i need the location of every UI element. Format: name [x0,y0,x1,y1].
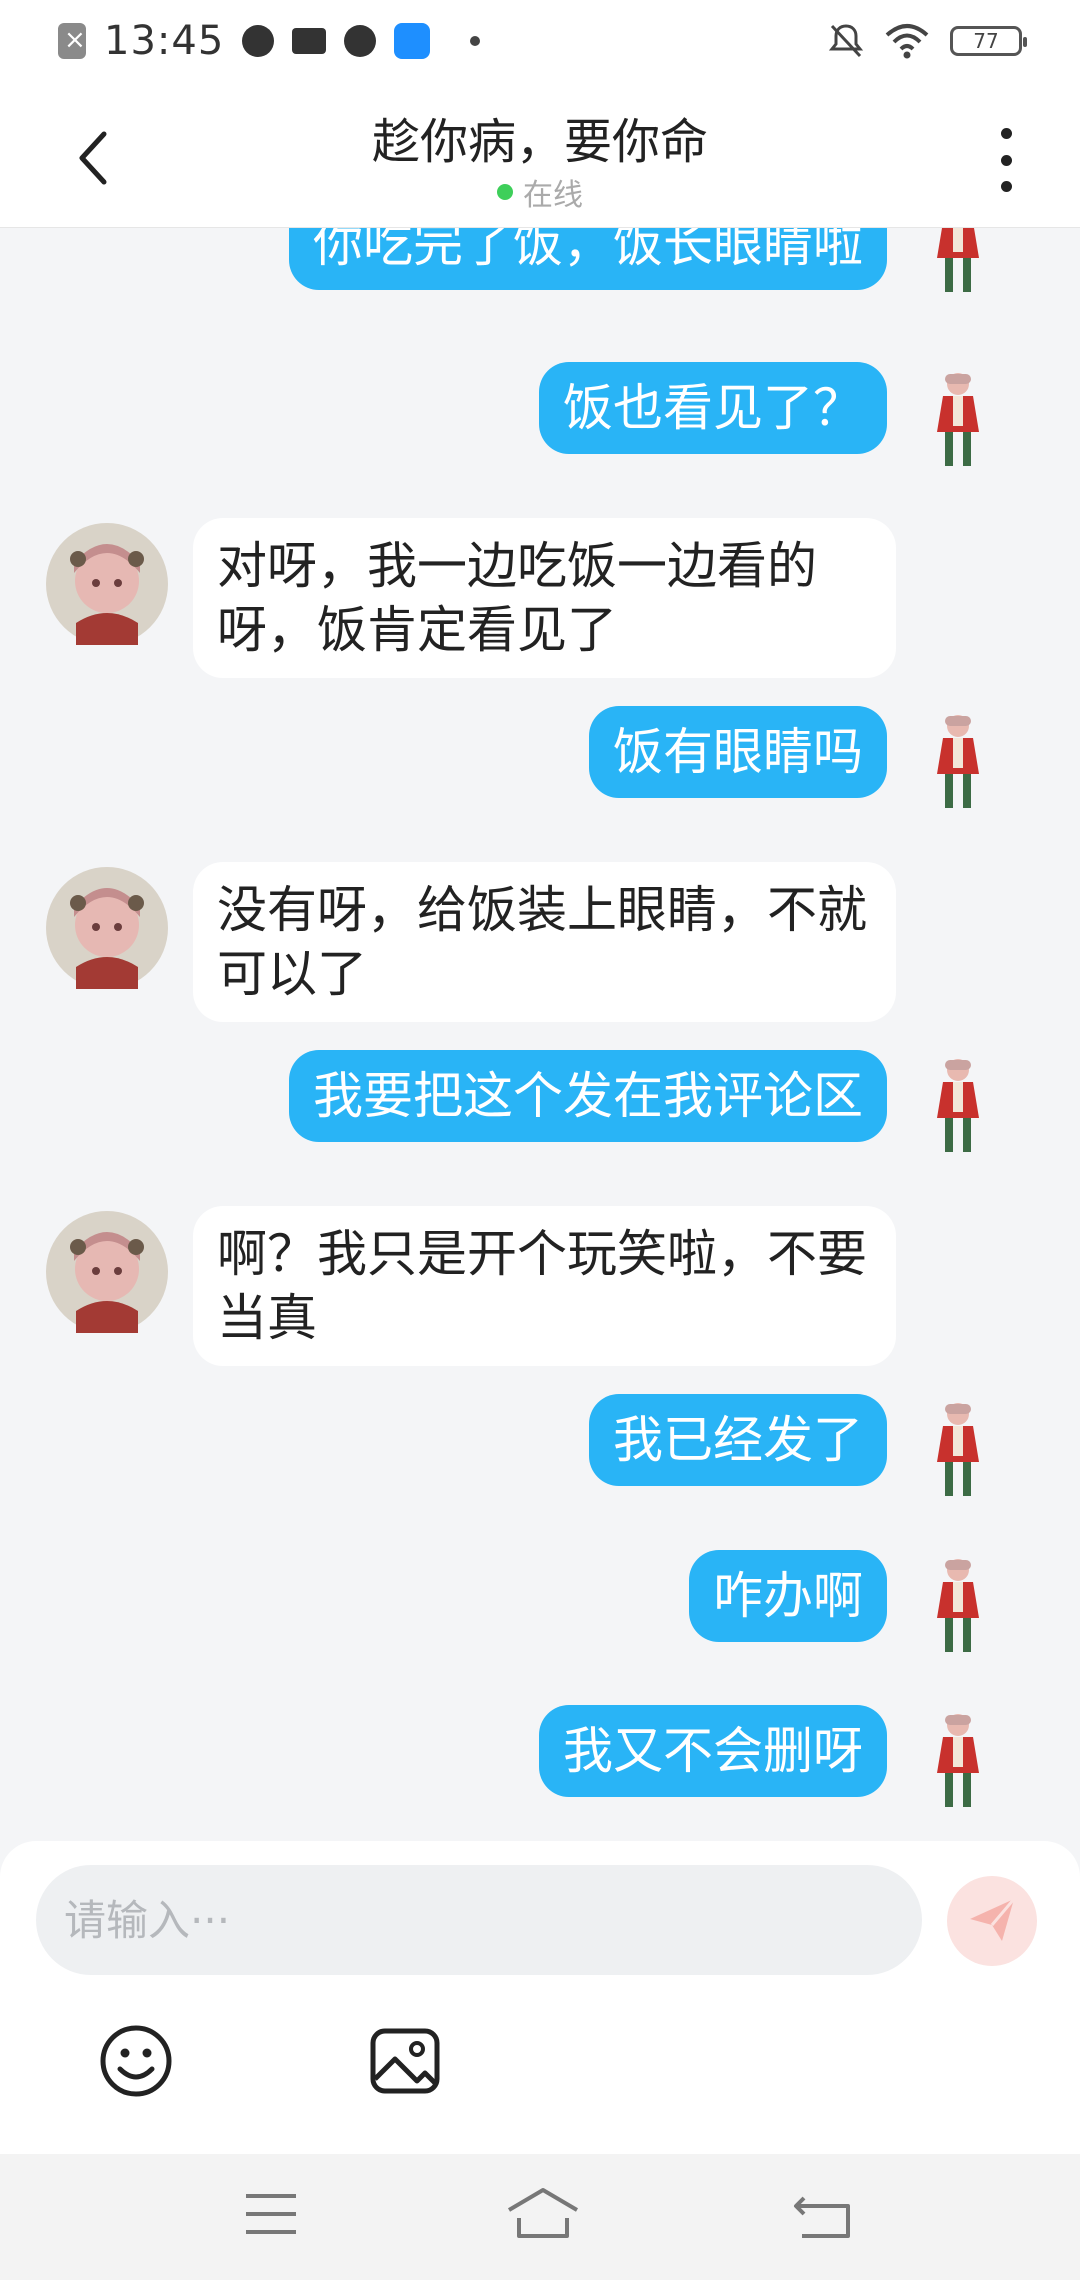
speedometer-icon [242,25,275,57]
chat-header: 趁你病，要你命 在线 [0,82,1080,228]
menu-dot [1000,181,1012,192]
contact-avatar-icon[interactable] [46,523,168,645]
menu-dot [1000,128,1012,139]
my-avatar-figure-icon[interactable] [923,1556,993,1656]
image-icon[interactable] [367,2023,443,2099]
message-composer [0,1841,1080,2154]
my-message-bubble[interactable]: 你吃完了饭，饭长眼睛啦 [289,228,887,290]
contact-message-bubble[interactable]: 对呀，我一边吃饭一边看的呀，饭肯定看见了 [193,518,896,678]
message-input[interactable] [36,1865,922,1975]
contact-message-bubble[interactable]: 没有呀，给饭装上眼睛，不就可以了 [193,862,896,1022]
online-status: 在线 [0,170,1080,214]
contact-avatar-icon[interactable] [46,867,168,989]
book-icon [292,28,327,54]
mute-icon [828,24,864,58]
send-button[interactable] [947,1876,1037,1966]
online-status-label: 在线 [523,178,583,213]
my-message-bubble[interactable]: 我又不会删呀 [539,1705,887,1797]
my-avatar-figure-icon[interactable] [923,1400,993,1500]
my-message-bubble[interactable]: 咋办啊 [689,1550,887,1642]
home-icon[interactable] [505,2184,581,2244]
my-message-bubble[interactable]: 我已经发了 [589,1394,887,1486]
my-message-bubble[interactable]: 饭有眼睛吗 [589,706,887,798]
my-avatar-figure-icon[interactable] [923,370,993,470]
my-message-bubble[interactable]: 我要把这个发在我评论区 [289,1050,887,1142]
wifi-icon [885,24,929,59]
chat-title: 趁你病，要你命 [371,114,708,170]
dot-icon [470,36,481,46]
chat-screen: 13:45 77 趁你病，要你 [0,0,1080,2280]
battery-level: 77 [973,29,999,53]
contact-avatar-icon[interactable] [46,1211,168,1333]
paper-plane-icon [970,1898,1016,1941]
message-list[interactable]: 你吃完了饭，饭长眼睛啦 饭也看见了？ 对呀，我一边吃饭一边看的呀，饭肯定看见了 … [0,228,1080,1841]
hotspot-icon [394,23,431,59]
my-avatar-figure-icon[interactable] [923,228,993,296]
menu-icon[interactable] [236,2184,306,2244]
contact-message-bubble[interactable]: 啊？我只是开个玩笑啦，不要当真 [193,1206,896,1366]
back-icon[interactable] [788,2184,858,2244]
system-nav-bar [0,2154,1080,2280]
my-avatar-figure-icon[interactable] [923,712,993,812]
my-avatar-figure-icon[interactable] [923,1711,993,1811]
status-time: 13:45 [104,18,225,64]
status-right: 77 [828,22,1027,60]
online-dot-icon [497,184,513,200]
status-bar: 13:45 77 [0,0,1080,82]
battery-icon: 77 [950,26,1027,56]
bird-icon [344,25,377,57]
my-message-bubble[interactable]: 饭也看见了？ [539,362,887,454]
status-left: 13:45 [58,18,481,64]
app-close-icon [58,23,86,59]
emoji-icon[interactable] [98,2023,174,2099]
my-avatar-figure-icon[interactable] [923,1056,993,1156]
menu-dot [1000,154,1012,166]
more-vertical-icon[interactable] [986,128,1026,192]
